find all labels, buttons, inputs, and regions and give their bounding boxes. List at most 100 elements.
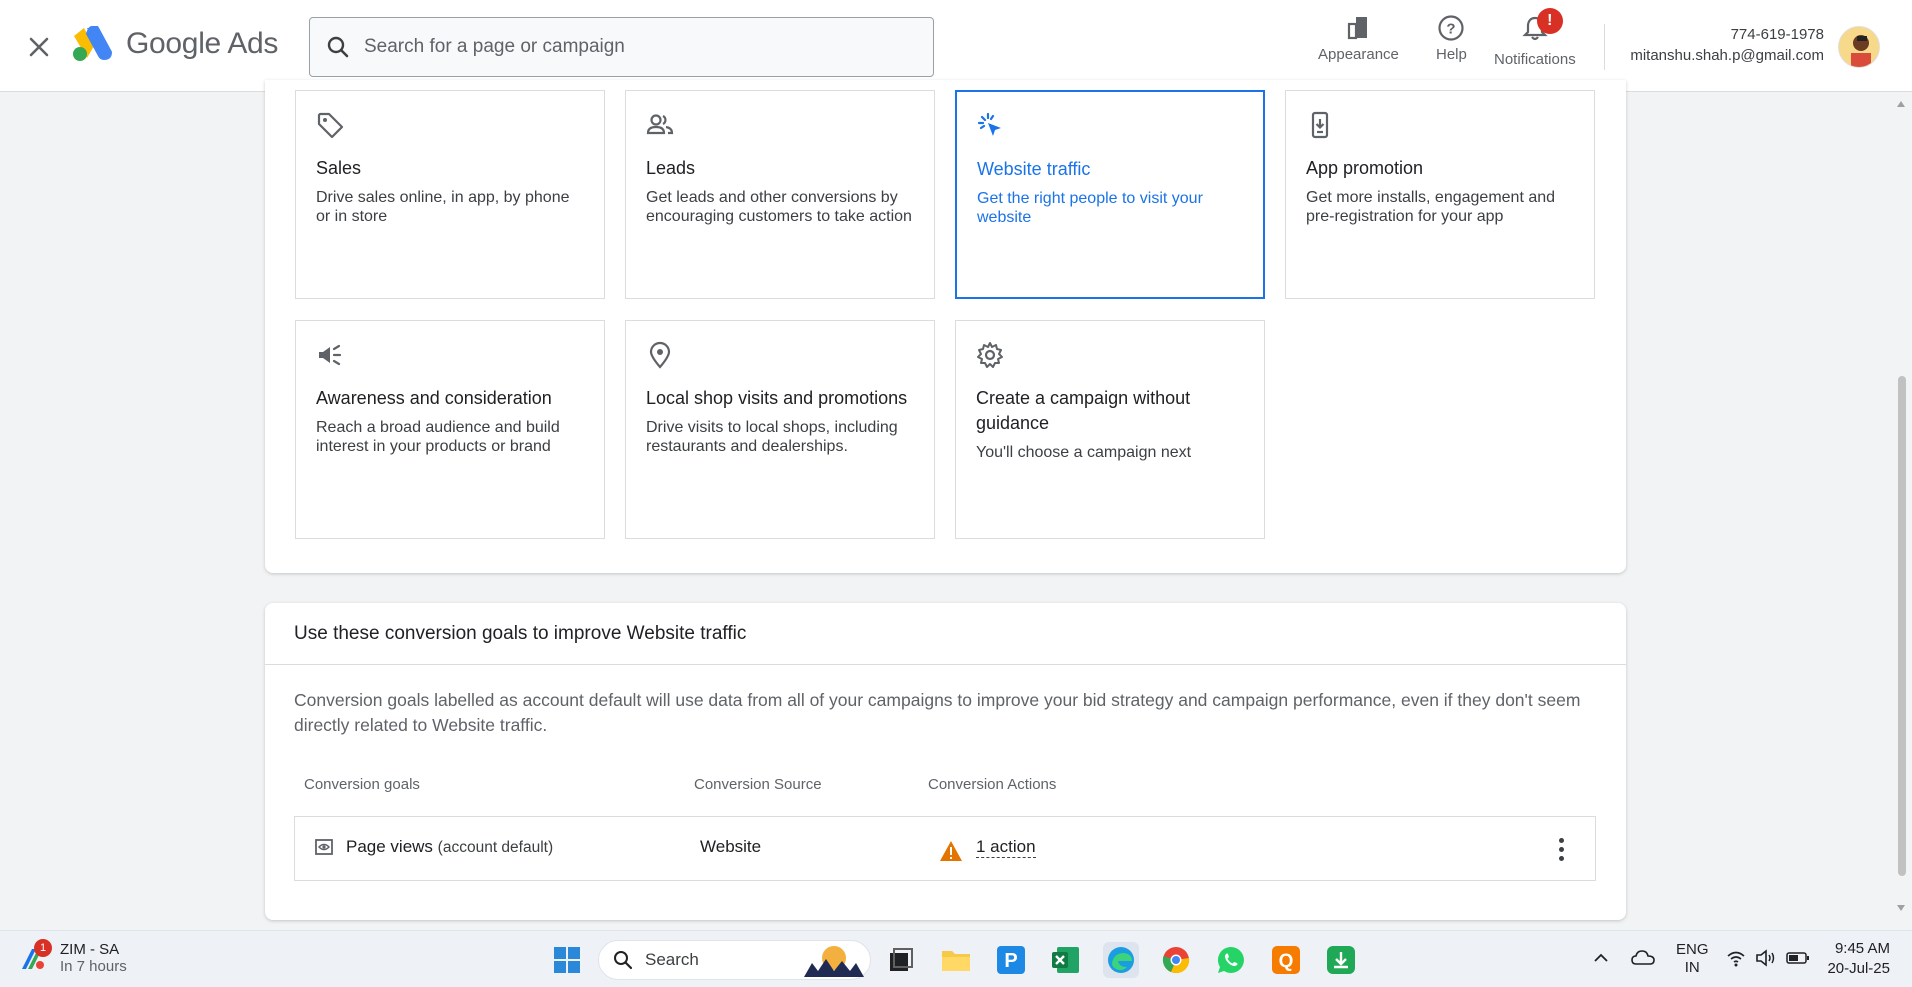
objective-desc: You'll choose a campaign next <box>976 444 1192 461</box>
objective-title: Local shop visits and promotions <box>646 388 908 408</box>
taskbar-edge[interactable] <box>1103 942 1139 978</box>
close-icon <box>29 37 49 57</box>
chrome-icon <box>1162 947 1190 974</box>
objective-card-sales[interactable]: Sales Drive sales online, in app, by pho… <box>295 90 605 299</box>
account-email: mitanshu.shah.p@gmail.com <box>1630 47 1824 64</box>
search-box[interactable] <box>309 17 934 77</box>
help-label: Help <box>1436 46 1467 63</box>
page-scrollbar[interactable] <box>1894 96 1908 926</box>
goal-name-cell[interactable]: Page views (account default) <box>346 837 553 857</box>
svg-text:P: P <box>1004 950 1017 972</box>
notifications-label: Notifications <box>1494 51 1576 68</box>
objective-desc: Get more installs, engagement and pre-re… <box>1306 189 1556 225</box>
conversion-goals-heading: Use these conversion goals to improve We… <box>265 603 1626 665</box>
people-icon <box>646 114 674 135</box>
objective-card-local-shop[interactable]: Local shop visits and promotions Drive v… <box>625 320 935 539</box>
search-icon <box>614 951 633 970</box>
taskbar-app-p[interactable]: P <box>993 942 1029 978</box>
objective-card-awareness[interactable]: Awareness and consideration Reach a broa… <box>295 320 605 539</box>
taskbar-chrome[interactable] <box>1158 942 1194 978</box>
avatar[interactable] <box>1838 26 1880 68</box>
account-info[interactable]: 774-619-1978 mitanshu.shah.p@gmail.com <box>1630 26 1824 64</box>
objective-card-leads[interactable]: Leads Get leads and other conversions by… <box>625 90 935 299</box>
avatar-image <box>1839 27 1879 67</box>
objective-card-website-traffic[interactable]: Website traffic Get the right people to … <box>955 90 1265 299</box>
language-bottom: IN <box>1684 959 1700 976</box>
appearance-button[interactable]: Appearance <box>1318 14 1399 63</box>
language-top: ENG <box>1676 941 1709 958</box>
appearance-icon <box>1348 17 1368 40</box>
taskbar-search[interactable]: Search <box>598 940 871 980</box>
close-button[interactable] <box>22 30 56 64</box>
help-icon: ? <box>1438 15 1465 41</box>
more-vert-icon <box>1558 837 1564 843</box>
goal-source: Website <box>700 837 762 856</box>
cricket-icon-wrap: 1 <box>18 939 52 973</box>
onedrive-cloud-icon[interactable] <box>1631 948 1655 966</box>
folder-icon <box>942 951 970 971</box>
conversion-actions-link[interactable]: 1 action <box>976 837 1036 858</box>
objective-title: App promotion <box>1306 158 1424 178</box>
q-app-icon: Q <box>1272 946 1300 974</box>
objective-desc: Get leads and other conversions by encou… <box>646 189 912 225</box>
volume-icon[interactable] <box>1755 949 1777 967</box>
more-options-button[interactable] <box>1549 835 1573 863</box>
cursor-click-icon <box>977 112 1001 136</box>
notifications-button[interactable]: ! Notifications <box>1494 8 1576 68</box>
appearance-label: Appearance <box>1318 46 1399 63</box>
google-ads-logo-icon <box>73 26 112 61</box>
objective-card-no-guidance[interactable]: Create a campaign without guidance You'l… <box>955 320 1265 539</box>
weather-subtitle: In 7 hours <box>60 958 127 975</box>
search-input[interactable] <box>364 36 904 58</box>
objective-desc: Drive sales online, in app, by phone or … <box>316 189 570 225</box>
gear-icon <box>977 342 1003 368</box>
column-header-source: Conversion Source <box>694 776 822 793</box>
product-name: Google Ads <box>126 27 279 60</box>
taskbar-download-app[interactable] <box>1323 942 1359 978</box>
more-vert-icon-dot <box>1558 855 1564 861</box>
taskbar-task-view[interactable] <box>883 942 919 978</box>
windows-taskbar: 1 ZIM - SA In 7 hours Search P Q ENG IN … <box>0 930 1912 987</box>
google-ads-logo[interactable]: Google Ads <box>72 26 278 62</box>
goal-note: (account default) <box>437 839 554 856</box>
objective-title: Sales <box>316 158 362 178</box>
warning-icon <box>940 841 962 861</box>
wifi-icon[interactable] <box>1726 949 1746 967</box>
svg-text:Q: Q <box>1279 951 1294 972</box>
system-clock[interactable]: 9:45 AM 20-Jul-25 <box>1827 939 1890 979</box>
table-row: Page views (account default) Website 1 a… <box>294 816 1596 881</box>
task-view-icon <box>890 948 913 971</box>
location-pin-icon <box>649 341 671 369</box>
taskbar-file-explorer[interactable] <box>938 942 974 978</box>
taskbar-excel[interactable] <box>1048 942 1084 978</box>
divider <box>1604 24 1605 70</box>
conversion-goals-description: Conversion goals labelled as account def… <box>294 690 1581 735</box>
tray-chevron-up-icon[interactable] <box>1594 953 1608 963</box>
notifications-icon-wrap: ! <box>1521 8 1563 47</box>
account-phone: 774-619-1978 <box>1730 26 1824 43</box>
objective-desc: Drive visits to local shops, including r… <box>646 419 898 455</box>
taskbar-q-app[interactable]: Q <box>1268 942 1304 978</box>
scroll-thumb[interactable] <box>1898 376 1906 876</box>
objective-desc: Get the right people to visit your websi… <box>977 190 1203 226</box>
more-vert-icon-dot <box>1558 846 1564 852</box>
svg-text:?: ? <box>1447 21 1456 38</box>
weather-widget[interactable]: 1 ZIM - SA In 7 hours <box>18 939 127 975</box>
column-header-actions: Conversion Actions <box>928 776 1057 793</box>
column-header-goals: Conversion goals <box>304 776 420 793</box>
help-button[interactable]: ? Help <box>1436 14 1467 63</box>
scroll-down-arrow-icon[interactable] <box>1896 904 1906 912</box>
start-button[interactable] <box>549 942 585 978</box>
language-indicator[interactable]: ENG IN <box>1676 941 1709 977</box>
search-icon <box>327 36 349 58</box>
scroll-up-arrow-icon[interactable] <box>1896 100 1906 108</box>
tag-icon <box>317 112 344 139</box>
conversion-goals-panel: Use these conversion goals to improve We… <box>265 603 1626 920</box>
battery-icon[interactable] <box>1786 951 1810 965</box>
objective-card-app-promotion[interactable]: App promotion Get more installs, engagem… <box>1285 90 1595 299</box>
objective-title: Create a campaign without guidance <box>976 388 1191 433</box>
download-app-icon <box>1327 946 1355 974</box>
taskbar-whatsapp[interactable] <box>1213 942 1249 978</box>
notification-badge: ! <box>1536 8 1563 34</box>
objective-title: Website traffic <box>977 159 1091 179</box>
